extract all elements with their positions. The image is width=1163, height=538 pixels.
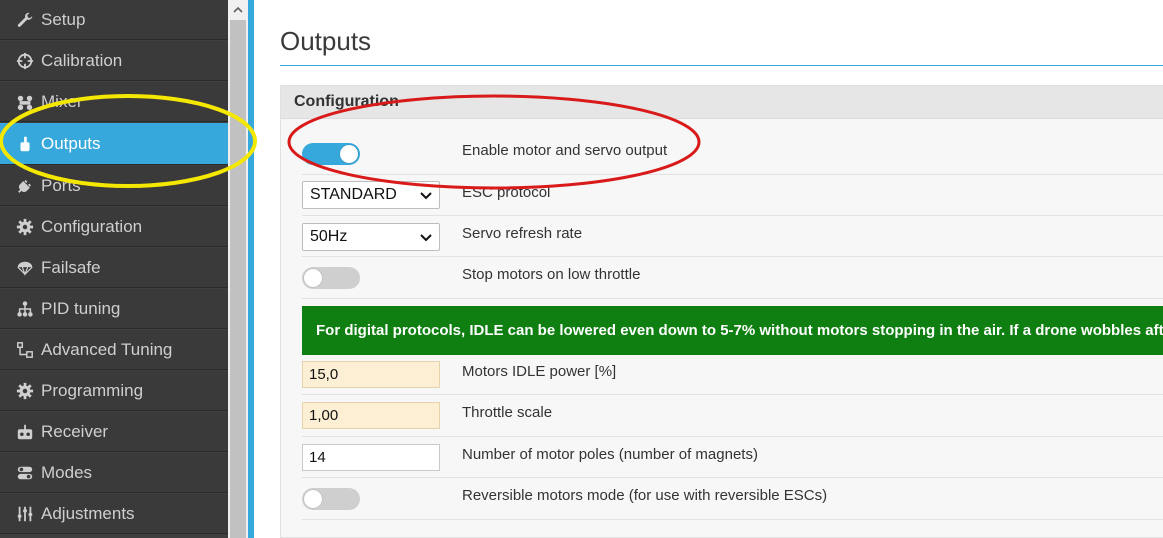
parachute-icon [15,258,35,278]
toggle-knob [304,490,322,508]
row-divider [302,477,1163,478]
esc-protocol-label: ESC protocol [462,184,551,201]
row-divider [302,436,1163,437]
chevron-down-icon [420,192,432,200]
enable-output-toggle[interactable] [302,143,360,165]
toggle-knob [340,145,358,163]
servo-refresh-value: 50Hz [310,228,348,245]
sidebar-item-programming[interactable]: Programming [0,371,228,411]
row-divider [302,174,1163,175]
sidebar-item-setup[interactable]: Setup [0,0,228,40]
sidebar-item-label: Failsafe [41,257,101,277]
sidebar-item-calibration[interactable]: Calibration [0,41,228,81]
motor-poles-input[interactable] [302,444,440,471]
plug-icon [15,176,35,196]
sidebar-item-configuration[interactable]: Configuration [0,207,228,247]
sidebar: Setup Calibration Mixer Outputs Ports Co… [0,0,228,538]
crosshair-icon [15,51,35,71]
esc-protocol-select[interactable]: STANDARD [302,181,440,209]
title-divider [280,65,1163,66]
reversible-motors-toggle[interactable] [302,488,360,510]
panel-header: Configuration [281,86,1163,119]
sidebar-item-adjustments[interactable]: Adjustments [0,494,228,534]
servo-refresh-label: Servo refresh rate [462,225,583,242]
reversible-motors-label: Reversible motors mode (for use with rev… [462,487,828,504]
sidebar-item-label: Calibration [41,50,123,70]
sidebar-item-outputs[interactable]: Outputs [0,123,228,165]
throttle-scale-input[interactable] [302,402,440,429]
tree-icon [15,340,35,360]
sidebar-item-label: Mixer [41,91,83,111]
sidebar-item-ports[interactable]: Ports [0,166,228,206]
enable-output-label: Enable motor and servo output [462,142,668,159]
sidebar-item-receiver[interactable]: Receiver [0,412,228,452]
chevron-down-icon [420,234,432,242]
content-divider [248,0,254,538]
scroll-thumb[interactable] [230,20,246,538]
toggle-icon [15,463,35,483]
sidebar-item-pid-tuning[interactable]: PID tuning [0,289,228,329]
sidebar-item-label: Outputs [41,133,101,153]
page-title: Outputs [280,26,372,56]
sidebar-item-label: Receiver [41,421,109,441]
sidebar-item-label: Programming [41,380,144,400]
servo-refresh-select[interactable]: 50Hz [302,223,440,251]
outputs-icon [15,134,35,154]
gear-icon [15,381,35,401]
row-divider [302,256,1163,257]
row-divider [302,519,1163,520]
toggle-knob [304,269,322,287]
row-divider [302,215,1163,216]
row-divider [302,298,1163,299]
motors-idle-label: Motors IDLE power [%] [462,363,617,380]
sidebar-item-advanced-tuning[interactable]: Advanced Tuning [0,330,228,370]
sidebar-item-failsafe[interactable]: Failsafe [0,248,228,288]
banner-text: For digital protocols, IDLE can be lower… [316,322,1163,339]
sidebar-item-mixer[interactable]: Mixer [0,82,228,122]
sidebar-scrollbar[interactable] [228,0,248,538]
scroll-up-button[interactable] [228,0,248,20]
motors-idle-input[interactable] [302,361,440,388]
esc-protocol-value: STANDARD [310,186,397,203]
sidebar-item-label: Modes [41,462,93,482]
remote-icon [15,422,35,442]
row-divider [302,394,1163,395]
stop-motors-toggle[interactable] [302,267,360,289]
sidebar-item-modes[interactable]: Modes [0,453,228,493]
hierarchy-icon [15,299,35,319]
idle-info-banner: For digital protocols, IDLE can be lower… [302,306,1163,355]
motor-poles-label: Number of motor poles (number of magnets… [462,446,758,463]
wrench-icon [15,10,35,30]
sidebar-item-label: Advanced Tuning [41,339,173,359]
mixer-icon [15,92,35,112]
stop-motors-label: Stop motors on low throttle [462,266,641,283]
sidebar-item-label: Setup [41,9,86,29]
throttle-scale-label: Throttle scale [462,404,553,421]
sliders-icon [15,504,35,524]
sidebar-item-label: Ports [41,175,81,195]
chevron-up-icon [233,6,243,13]
sidebar-item-label: Configuration [41,216,143,236]
panel-title: Configuration [294,93,399,110]
gear-icon [15,217,35,237]
sidebar-item-label: PID tuning [41,298,121,318]
sidebar-item-label: Adjustments [41,503,135,523]
